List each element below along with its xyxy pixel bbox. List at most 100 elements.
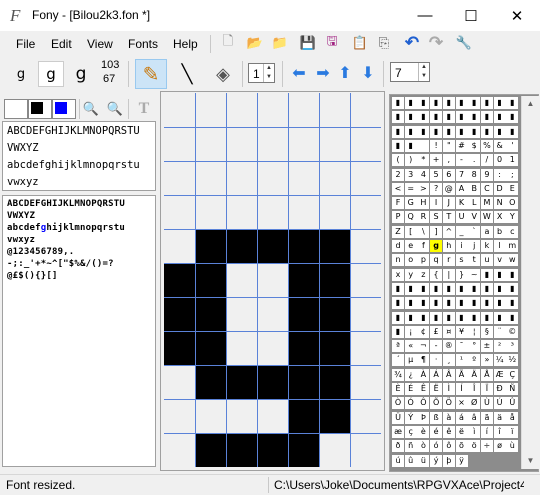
charmap-cell[interactable]: Y: [506, 211, 519, 224]
charmap-cell[interactable]: D: [493, 182, 506, 195]
charmap-cell[interactable]: ï: [506, 425, 519, 438]
charmap-cell[interactable]: |: [442, 268, 455, 281]
charmap-cell[interactable]: v: [493, 254, 506, 267]
charmap-cell[interactable]: ▮: [480, 111, 493, 124]
charmap-cell[interactable]: Ø: [468, 397, 481, 410]
charmap-cell[interactable]: -: [430, 340, 443, 353]
charmap-cell[interactable]: 0: [493, 154, 506, 167]
charmap-cell[interactable]: Þ: [417, 411, 430, 424]
charmap-cell[interactable]: Ð: [493, 383, 506, 395]
menu-view[interactable]: View: [87, 37, 113, 51]
charmap-cell[interactable]: ): [404, 154, 417, 167]
charmap-cell[interactable]: b: [493, 225, 506, 238]
menu-fonts[interactable]: Fonts: [128, 37, 158, 51]
charmap-cell[interactable]: .: [468, 154, 481, 167]
charmap-cell[interactable]: ▮: [506, 111, 519, 124]
charmap-cell[interactable]: Ô: [417, 397, 430, 410]
charmap-cell[interactable]: 6: [442, 168, 455, 181]
menu-file[interactable]: File: [16, 37, 35, 51]
charmap-cell[interactable]: ÷: [480, 440, 493, 453]
charmap-cell[interactable]: ▮: [493, 297, 506, 310]
charmap-cell[interactable]: ¦: [468, 325, 481, 338]
charmap-cell[interactable]: ▮: [404, 125, 417, 138]
charmap-cell[interactable]: ]: [430, 225, 443, 238]
charmap-cell[interactable]: ¿: [404, 368, 417, 381]
charmap-cell[interactable]: 3: [404, 168, 417, 181]
charmap-cell[interactable]: Ì: [442, 383, 455, 395]
charmap-scrollbar[interactable]: ▲ ▼: [521, 96, 539, 469]
charmap-cell[interactable]: Ý: [404, 411, 417, 424]
charmap-cell[interactable]: ú: [392, 454, 404, 467]
charmap-cell[interactable]: ▮: [493, 268, 506, 281]
charmap-cell[interactable]: x: [392, 268, 404, 281]
charmap-cell[interactable]: ▮: [404, 311, 417, 324]
glyph-pixel-editor[interactable]: [164, 93, 381, 467]
charmap-cell[interactable]: ò: [417, 440, 430, 453]
charmap-cell[interactable]: 4: [417, 168, 430, 181]
charmap-cell[interactable]: ý: [430, 454, 443, 467]
charmap-cell[interactable]: ▮: [455, 97, 468, 109]
glyph-pixel-on[interactable]: [195, 433, 226, 467]
charmap-cell[interactable]: ç: [404, 425, 417, 438]
charmap-cell[interactable]: «: [404, 340, 417, 353]
charmap-cell[interactable]: ▮: [455, 111, 468, 124]
charmap-cell[interactable]: =: [404, 182, 417, 195]
charmap-cell[interactable]: ▮: [480, 97, 493, 109]
charmap-cell[interactable]: +: [430, 154, 443, 167]
system-font-preview[interactable]: ABCDEFGHIJKLMNOPQRSTU VWXYZ abcdefghijkl…: [2, 121, 156, 191]
glyph-pixel-on[interactable]: [226, 229, 257, 263]
charmap-cell[interactable]: ù: [506, 440, 519, 453]
charmap-cell[interactable]: Ê: [417, 383, 430, 395]
charmap-cell[interactable]: µ: [404, 354, 417, 367]
scroll-up-icon[interactable]: ▲: [522, 96, 539, 112]
glyph-pixel-on[interactable]: [257, 365, 288, 399]
charmap-cell[interactable]: ▮: [493, 111, 506, 124]
charmap-cell[interactable]: ê: [442, 425, 455, 438]
charmap-cell[interactable]: ÿ: [455, 454, 468, 467]
glyph-pixel-on[interactable]: [288, 263, 319, 297]
charmap-cell[interactable]: *: [417, 154, 430, 167]
charmap-cell[interactable]: &: [493, 139, 506, 152]
undo-button[interactable]: ↶: [402, 33, 422, 53]
charmap-cell[interactable]: S: [430, 211, 443, 224]
glyph-pixel-on[interactable]: [195, 263, 226, 297]
charmap-cell[interactable]: ▮: [442, 125, 455, 138]
glyph-pixel-on[interactable]: [288, 433, 319, 467]
open-file-button[interactable]: 📂: [245, 33, 265, 53]
charmap-cell[interactable]: ª: [392, 340, 404, 353]
charmap-cell[interactable]: ▮: [493, 311, 506, 324]
charmap-cell[interactable]: ▮: [392, 325, 404, 338]
charmap-cell[interactable]: Â: [442, 368, 455, 381]
glyph-preview-large-button[interactable]: g: [68, 61, 94, 87]
menu-edit[interactable]: Edit: [51, 37, 72, 51]
save-as-button[interactable]: 🖫: [322, 33, 342, 53]
charmap-cell[interactable]: ì: [468, 425, 481, 438]
paste-button[interactable]: 📋: [350, 33, 370, 53]
shift-up-button[interactable]: ⬆: [335, 63, 355, 83]
charmap-cell[interactable]: T: [442, 211, 455, 224]
charmap-cell[interactable]: Ó: [404, 397, 417, 410]
minimize-button[interactable]: —: [402, 0, 448, 31]
charmap-cell[interactable]: ▮: [493, 125, 506, 138]
charmap-cell[interactable]: º: [468, 354, 481, 367]
glyph-pixel-on[interactable]: [164, 297, 195, 331]
charmap-cell[interactable]: Ò: [392, 397, 404, 410]
glyph-pixel-on[interactable]: [288, 331, 319, 365]
glyph-pixel-on[interactable]: [257, 433, 288, 467]
charmap-cell[interactable]: Ä: [468, 368, 481, 381]
copy-button[interactable]: ⎘: [374, 33, 394, 53]
charmap-cell[interactable]: ▮: [468, 111, 481, 124]
stepper-arrows-icon[interactable]: ▲ ▼: [418, 63, 429, 81]
charmap-cell[interactable]: /: [480, 154, 493, 167]
charmap-cell[interactable]: ▮: [468, 97, 481, 109]
charmap-cell[interactable]: N: [493, 197, 506, 210]
charmap-cell[interactable]: é: [430, 425, 443, 438]
charmap-cell[interactable]: ": [442, 139, 455, 152]
charmap-cell[interactable]: ▮: [506, 282, 519, 295]
charmap-cell[interactable]: Ï: [480, 383, 493, 395]
charmap-cell[interactable]: ½: [506, 354, 519, 367]
charmap-cell[interactable]: ▮: [506, 268, 519, 281]
charmap-cell[interactable]: Ã: [455, 368, 468, 381]
charmap-cell[interactable]: ': [506, 139, 519, 152]
foreground-color-button[interactable]: [28, 99, 52, 119]
